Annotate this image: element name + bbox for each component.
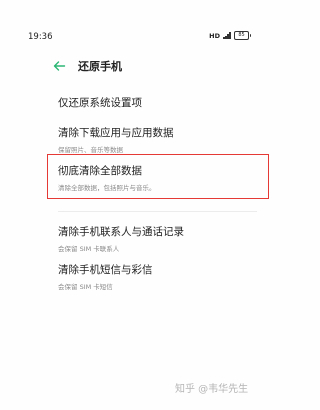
signal-icon [223,32,231,39]
status-icons: HD 85 [209,31,251,40]
divider [58,211,257,212]
option-desc: 会保留 SIM 卡短信 [58,283,113,291]
option-title: 彻底清除全部数据 [58,165,142,177]
status-bar: 19:36 HD 85 [0,0,277,42]
option-desc: 会保留 SIM 卡联系人 [58,245,120,253]
status-time: 19:36 [28,32,53,42]
watermark: 知乎 @韦华先生 [175,384,249,395]
option-title: 清除下载应用与应用数据 [58,127,174,139]
network-label: HD [209,31,220,40]
option-clear-contacts[interactable]: 清除手机联系人与通话记录 会保留 SIM 卡联系人 [58,224,257,253]
page-title: 还原手机 [78,60,122,73]
option-reset-settings[interactable]: 仅还原系统设置项 [58,95,257,110]
option-title: 清除手机联系人与通话记录 [58,226,184,238]
arrow-left-icon[interactable] [52,59,66,73]
option-title: 仅还原系统设置项 [58,97,142,109]
option-desc: 保留照片、音乐等数据 [58,146,123,154]
option-title: 清除手机短信与彩信 [58,264,153,276]
option-erase-all[interactable]: 彻底清除全部数据 清除全部数据，包括照片与音乐。 [58,163,257,192]
option-clear-apps[interactable]: 清除下载应用与应用数据 保留照片、音乐等数据 [58,125,257,154]
header: 还原手机 [0,56,277,78]
option-clear-messages[interactable]: 清除手机短信与彩信 会保留 SIM 卡短信 [58,262,257,291]
battery-icon: 85 [234,31,251,40]
option-desc: 清除全部数据，包括照片与音乐。 [58,184,156,192]
